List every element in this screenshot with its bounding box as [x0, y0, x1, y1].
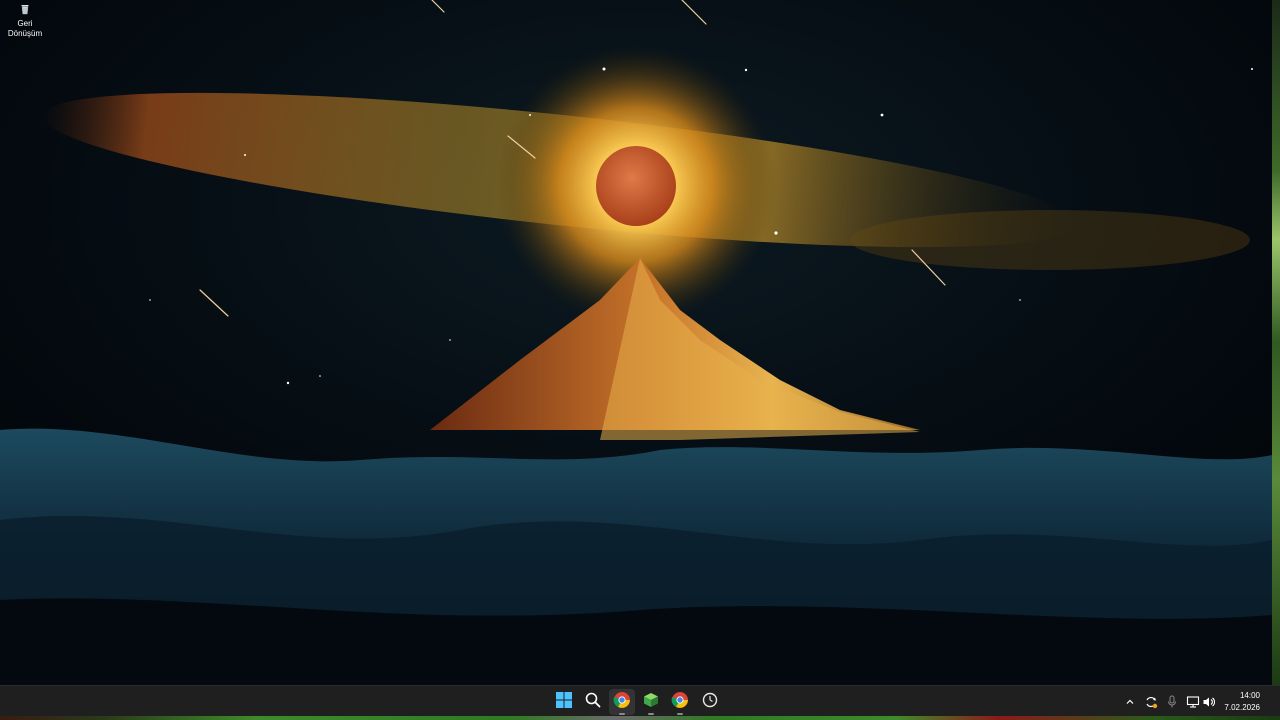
desktop-icon-recycle-bin[interactable]: Geri Dönüşüm: [2, 3, 48, 39]
background-window-edge: [1272, 0, 1280, 685]
chevron-up-icon[interactable]: [1122, 694, 1138, 710]
network-icon[interactable]: [1185, 694, 1201, 710]
taskbar: 14:00 7.02.2026: [0, 685, 1280, 717]
cube-icon: [643, 692, 659, 713]
sync-icon[interactable]: [1143, 694, 1159, 710]
chrome-icon: [671, 691, 689, 714]
app-green-cube[interactable]: [638, 689, 664, 715]
clock-time: 14:00: [1239, 691, 1260, 700]
running-indicator: [648, 713, 654, 715]
chrome-icon: [613, 691, 631, 714]
running-indicator: [677, 713, 683, 715]
running-indicator: [619, 713, 625, 715]
speaker-icon[interactable]: [1201, 694, 1217, 710]
desktop-wallpaper: [0, 0, 1272, 685]
chrome-app[interactable]: [609, 689, 635, 715]
microphone-icon[interactable]: [1164, 694, 1180, 710]
desktop-icon-label: Geri Dönüşüm: [7, 19, 43, 38]
recycle-bin-icon: [2, 3, 48, 18]
start-button[interactable]: [551, 689, 577, 715]
system-clock[interactable]: 14:00 7.02.2026: [1224, 690, 1260, 714]
app-circle[interactable]: [697, 689, 723, 715]
background-window-edge-bottom: [0, 716, 1280, 720]
windows-logo-icon: [556, 691, 572, 713]
circle-clock-icon: [702, 692, 718, 713]
search-icon: [585, 692, 601, 713]
search-button[interactable]: [580, 689, 606, 715]
clock-date: 7.02.2026: [1224, 703, 1260, 712]
chrome-app-2[interactable]: [667, 689, 693, 715]
